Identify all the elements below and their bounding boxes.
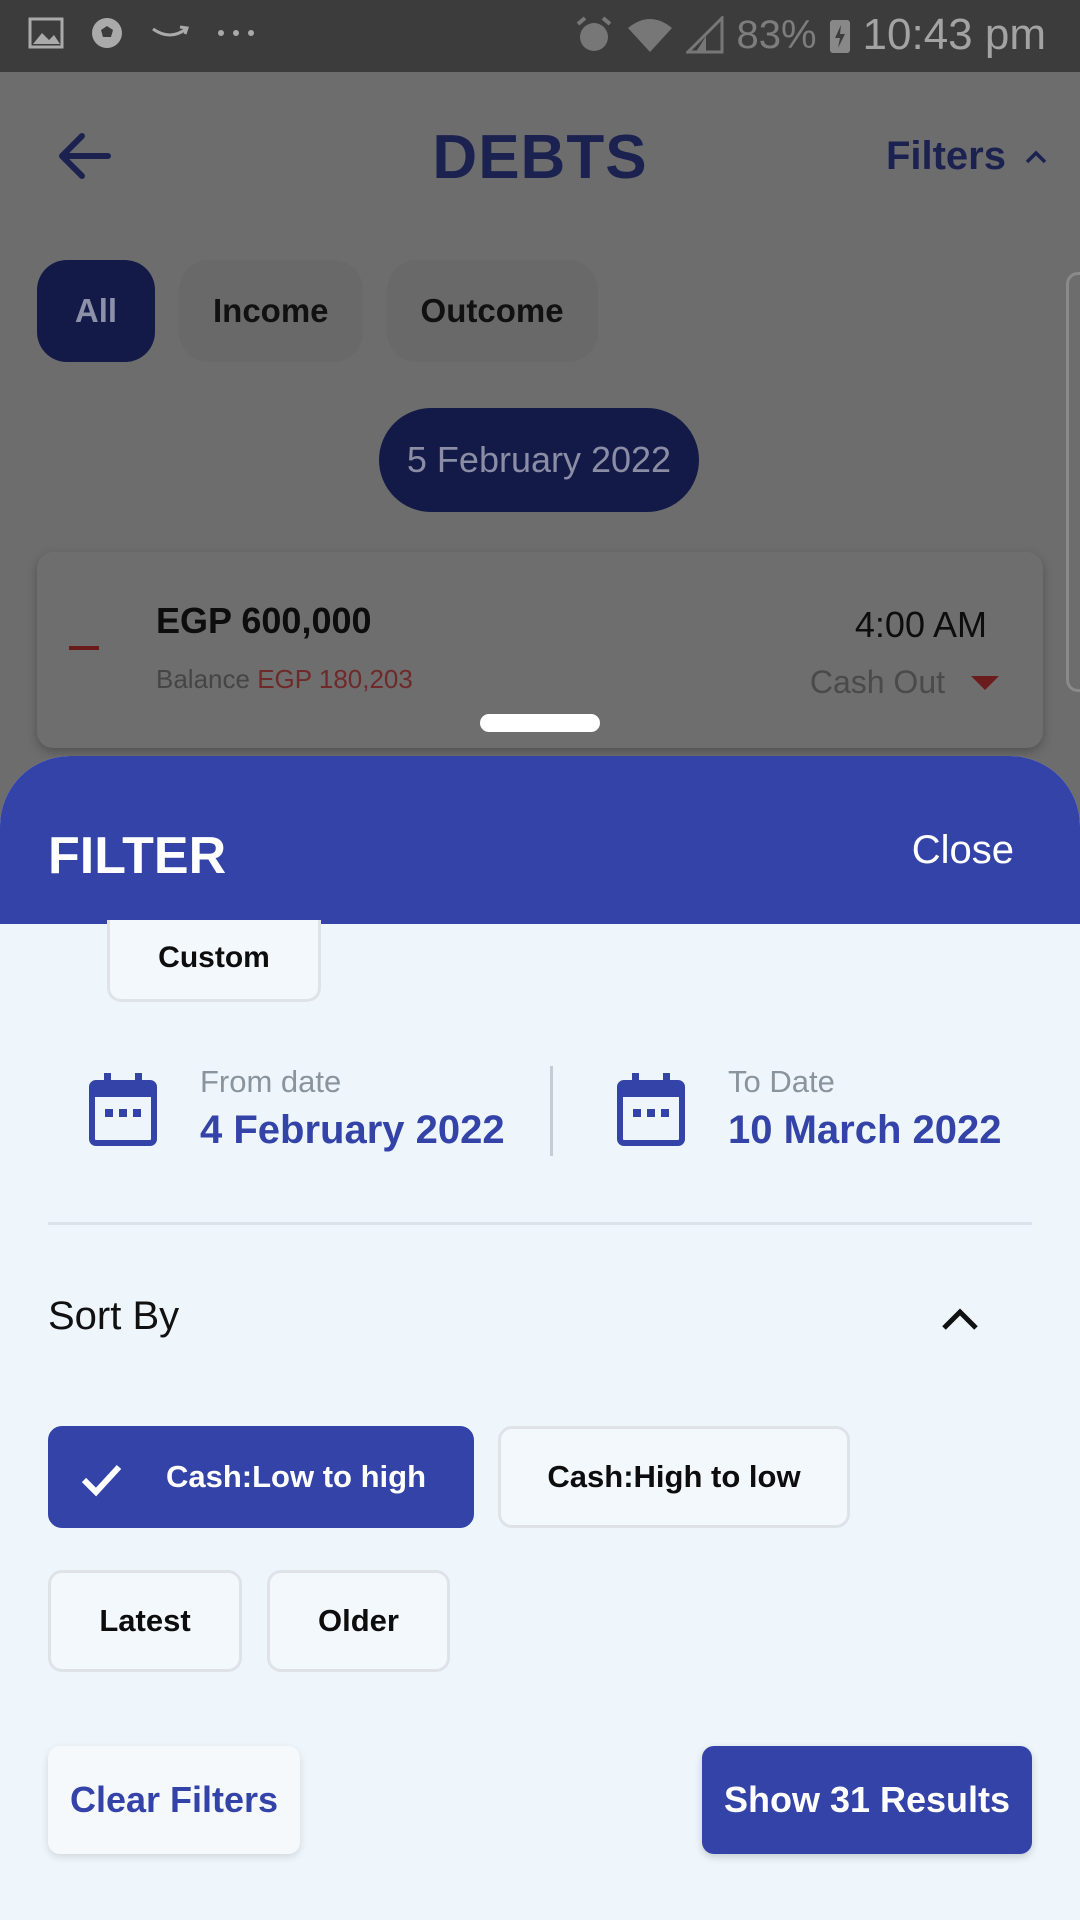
- filter-title: FILTER: [48, 827, 227, 885]
- date-group-header: 5 February 2022: [379, 408, 699, 512]
- transaction-amount: EGP 600,000: [156, 600, 372, 641]
- filter-bottom-sheet: FILTER Close Custom From date 4 February…: [0, 756, 1080, 1920]
- status-bar: 83% 10:43 pm: [0, 0, 1080, 72]
- period-chip-custom[interactable]: Custom: [107, 920, 321, 1002]
- sort-option-cash-high-to-low[interactable]: Cash:High to low: [498, 1426, 850, 1528]
- calendar-icon: [89, 1072, 157, 1146]
- transaction-type-label: Cash Out: [809, 664, 945, 700]
- more-dots-icon: [218, 30, 254, 36]
- tab-all[interactable]: All: [37, 260, 155, 362]
- sort-option-label: Older: [318, 1603, 399, 1638]
- to-date-value: 10 March 2022: [728, 1108, 1002, 1152]
- notification-icons: [28, 16, 256, 50]
- balance-value: EGP 180,203: [257, 664, 413, 694]
- soccer-ball-icon: [92, 18, 122, 48]
- transaction-type: Cash Out: [810, 664, 999, 701]
- to-date-label: To Date: [728, 1064, 835, 1099]
- amazon-smile-icon: [152, 25, 189, 37]
- sort-option-latest[interactable]: Latest: [48, 1570, 242, 1672]
- sheet-drag-handle[interactable]: [480, 714, 600, 732]
- sort-option-label: Latest: [99, 1603, 191, 1638]
- clock-time: 10:43 pm: [862, 10, 1046, 59]
- wifi-icon: [628, 19, 673, 52]
- side-panel-handle[interactable]: [1066, 272, 1080, 692]
- transaction-balance: Balance EGP 180,203: [156, 664, 413, 695]
- from-date-text: From date 4 February 2022: [200, 1064, 505, 1153]
- sort-option-label: Cash:Low to high: [165, 1459, 427, 1494]
- alarm-icon: [577, 16, 612, 51]
- clear-filters-button[interactable]: Clear Filters: [48, 1746, 300, 1854]
- to-date-picker[interactable]: To Date 10 March 2022: [616, 1064, 1002, 1153]
- section-divider: [48, 1222, 1032, 1225]
- date-divider: [550, 1066, 553, 1156]
- signal-icon: [686, 16, 724, 54]
- image-icon: [28, 17, 64, 49]
- tab-outcome[interactable]: Outcome: [386, 260, 598, 362]
- sort-option-older[interactable]: Older: [267, 1570, 450, 1672]
- from-date-label: From date: [200, 1064, 342, 1099]
- filter-header: FILTER Close: [0, 756, 1080, 924]
- filters-toggle[interactable]: Filters: [886, 134, 1048, 179]
- close-button[interactable]: Close: [912, 828, 1014, 873]
- minus-icon: [69, 646, 99, 650]
- filters-label: Filters: [885, 134, 1006, 178]
- check-icon: [81, 1464, 122, 1497]
- transaction-time: 4:00 AM: [854, 604, 987, 645]
- from-date-value: 4 February 2022: [200, 1108, 505, 1152]
- tab-income[interactable]: Income: [179, 260, 363, 362]
- battery-percent: 83%: [736, 12, 817, 57]
- type-tabs: All Income Outcome: [37, 260, 598, 362]
- chevron-up-icon: [1025, 150, 1047, 163]
- sort-option-label: Cash:High to low: [547, 1459, 801, 1494]
- down-triangle-icon: [971, 675, 999, 690]
- from-date-picker[interactable]: From date 4 February 2022: [88, 1064, 505, 1153]
- balance-label: Balance: [156, 664, 250, 694]
- battery-charging-icon: [829, 20, 850, 53]
- app-header: DEBTS Filters: [0, 72, 1080, 242]
- to-date-text: To Date 10 March 2022: [728, 1064, 1002, 1153]
- sort-option-cash-low-to-high[interactable]: Cash:Low to high: [48, 1426, 474, 1528]
- calendar-icon: [617, 1072, 685, 1146]
- sort-by-label: Sort By: [48, 1294, 180, 1338]
- show-results-button[interactable]: Show 31 Results: [702, 1746, 1032, 1854]
- system-indicators: 83% 10:43 pm: [574, 10, 1046, 60]
- chevron-up-icon[interactable]: [938, 1296, 982, 1340]
